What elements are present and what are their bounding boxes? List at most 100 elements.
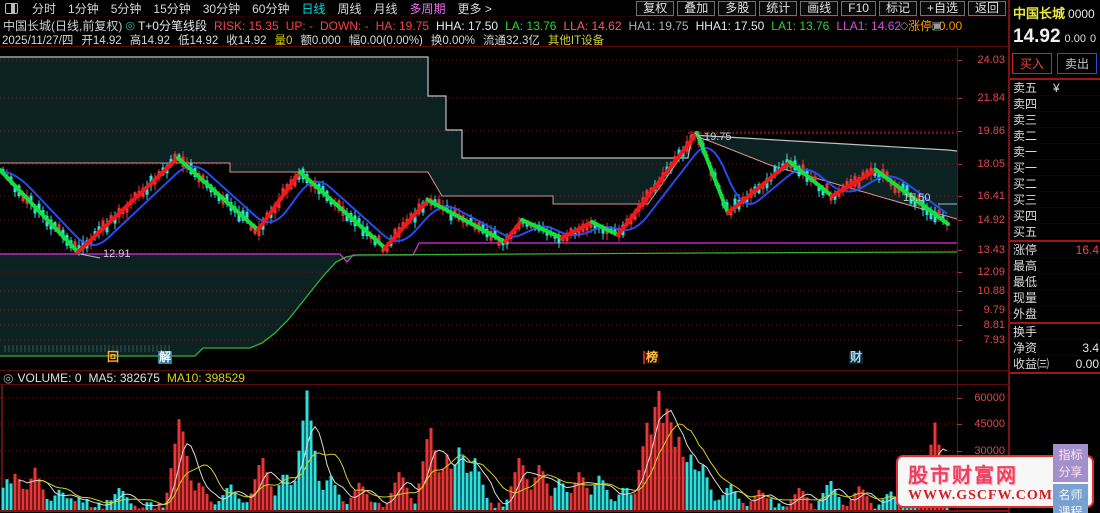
- indicator-info-bar: 中国长城(日线,前复权) ◎ T+0分笔线段 RISK: 15.35 UP: - D…: [0, 17, 1008, 33]
- toolbar-button-+自选[interactable]: +自选: [919, 0, 965, 16]
- toolbar-button-复权[interactable]: 复权: [636, 0, 675, 16]
- ohlc-field: 流通32.3亿: [482, 34, 540, 47]
- volume-bar: [221, 495, 225, 511]
- period-tab-日线[interactable]: 日线: [295, 0, 331, 17]
- bid-label: 买三: [1013, 193, 1038, 207]
- toolbar-button-画线[interactable]: 画线: [800, 0, 839, 16]
- volume-bar: [565, 491, 569, 511]
- period-tab-多周期[interactable]: 多周期: [404, 0, 452, 17]
- chart-marker-榜[interactable]: 榜: [643, 351, 660, 364]
- price-axis-label: 18.05: [977, 158, 1005, 170]
- period-tab-60分钟[interactable]: 60分钟: [246, 0, 295, 17]
- indicator-toggle-icon[interactable]: ◎: [125, 19, 135, 32]
- info-label: 净资: [1013, 341, 1038, 355]
- volume-bar: [461, 455, 465, 511]
- period-tab-月线[interactable]: 月线: [368, 0, 404, 17]
- volume-bar: [529, 489, 533, 511]
- volume-bar: [21, 488, 25, 511]
- volume-bar: [633, 493, 637, 511]
- last-price: 14.92: [1013, 26, 1061, 47]
- volume-field: MA5: 382675: [88, 370, 160, 385]
- toolbar-button-返回[interactable]: 返回: [967, 0, 1006, 16]
- ohlc-field: 额0.000: [300, 34, 341, 47]
- candlestick-chart-canvas[interactable]: [0, 47, 958, 370]
- volume-bar: [365, 494, 369, 511]
- volume-bar: [329, 475, 333, 511]
- toolbar-button-F10[interactable]: F10: [841, 0, 876, 16]
- volume-field: MA10: 398529: [166, 370, 245, 385]
- volume-bar: [693, 469, 697, 511]
- volume-bar: [273, 495, 277, 511]
- volume-bar: [433, 450, 437, 511]
- info-value: 3.4: [1082, 341, 1099, 355]
- volume-bar: [801, 491, 805, 511]
- volume-bar: [681, 456, 685, 511]
- volume-bar: [465, 472, 469, 511]
- volume-bar: [405, 487, 409, 511]
- panel-toggle-icon[interactable]: [5, 2, 18, 14]
- main-chart[interactable]: [0, 47, 958, 370]
- toolbar-button-标记[interactable]: 标记: [878, 0, 917, 16]
- info-value: 0.00: [1075, 357, 1099, 371]
- volume-bar: [5, 479, 9, 511]
- watermark-badge-1: 指标分享: [1052, 443, 1088, 482]
- volume-bar: [1, 487, 5, 511]
- volume-values: VOLUME: 0 MA5: 382675 MA10: 398529: [17, 371, 251, 385]
- quote-panel: 中国长城 0000 14.92 0.00 0 买入 卖出 卖五 ¥ 卖四 卖三 卖二 卖一 买一买…: [1010, 0, 1100, 513]
- volume-bar: [561, 483, 565, 511]
- period-tab-5分钟[interactable]: 5分钟: [105, 0, 148, 17]
- indicator-name[interactable]: T+0分笔线段: [138, 17, 207, 33]
- sell-button[interactable]: 卖出: [1057, 53, 1098, 74]
- volume-bar: [185, 455, 189, 511]
- chart-title: 中国长城(日线,前复权): [3, 18, 123, 33]
- trade-buttons: 买入 卖出: [1012, 53, 1100, 74]
- volume-bar: [889, 491, 893, 511]
- volume-collapse-icon[interactable]: ◎: [3, 371, 13, 385]
- ohlc-info-bar: 2025/11/27/四 开14.92 高14.92 低14.92 收14.92 量0 额0…: [0, 33, 1008, 47]
- toolbar: 分时 1分钟 5分钟 15分钟 30分钟 60分钟 日线 周线 月线 多周期 更多 > 复权 叠加 多股…: [0, 0, 1008, 17]
- ask-row-卖五: 卖五 ¥: [1010, 80, 1100, 96]
- volume-bar: [729, 484, 733, 511]
- volume-bar: [429, 428, 433, 511]
- volume-bar: [705, 477, 709, 511]
- volume-chart-canvas[interactable]: [0, 385, 957, 511]
- lower-channel-band: [0, 254, 413, 356]
- order-book: 卖五 ¥ 卖四 卖三 卖二 卖一 买一 买二 买三 买四 买五 涨停 16.4 最高 最低 现量 外盘 换手 净资 3…: [1010, 78, 1100, 374]
- volume-bar: [353, 490, 357, 511]
- period-tab-1分钟[interactable]: 1分钟: [62, 0, 105, 17]
- volume-tick: [957, 424, 962, 425]
- volume-bar: [545, 483, 549, 511]
- watermark-badge-2: 名师课程: [1052, 483, 1088, 513]
- indicator-field: DOWN: -: [320, 18, 369, 33]
- ohlc-field: 幅0.00(0.00%): [348, 34, 423, 47]
- period-tab-更多 >[interactable]: 更多 >: [452, 0, 498, 17]
- volume-field: VOLUME: 0: [17, 370, 82, 385]
- volume-bar: [417, 483, 421, 511]
- info-row-净资: 净资 3.4: [1010, 340, 1100, 356]
- toolbar-button-多股[interactable]: 多股: [718, 0, 757, 16]
- indicator-field: UP: -: [285, 18, 314, 33]
- watermark-url: WWW.GSCFW.COM: [908, 488, 1053, 503]
- volume-pane[interactable]: [0, 385, 957, 511]
- ask-label: 卖三: [1013, 113, 1038, 127]
- ohlc-field: 高14.92: [129, 34, 170, 47]
- period-tab-15分钟[interactable]: 15分钟: [147, 0, 196, 17]
- price-change: 0.00: [1064, 33, 1086, 45]
- volume-bar: [181, 431, 185, 511]
- bid-row-买二: 买二: [1010, 176, 1100, 192]
- volume-bar: [865, 496, 869, 511]
- zigzag-segment: [0, 168, 80, 254]
- price-axis-label: 13.43: [977, 244, 1005, 256]
- chart-marker-财[interactable]: 财: [849, 351, 864, 364]
- ask-row-卖二: 卖二: [1010, 128, 1100, 144]
- chart-marker-回[interactable]: 回: [106, 351, 120, 364]
- chart-marker-解[interactable]: 解: [158, 351, 173, 364]
- toolbar-button-叠加[interactable]: 叠加: [677, 0, 716, 16]
- period-tab-分时[interactable]: 分时: [26, 0, 62, 17]
- toolbar-button-统计[interactable]: 统计: [759, 0, 798, 16]
- mini-icons[interactable]: ◇ ▣: [900, 19, 952, 32]
- volume-bar: [321, 489, 325, 511]
- buy-button[interactable]: 买入: [1012, 53, 1053, 74]
- period-tab-30分钟[interactable]: 30分钟: [197, 0, 246, 17]
- period-tab-周线[interactable]: 周线: [331, 0, 367, 17]
